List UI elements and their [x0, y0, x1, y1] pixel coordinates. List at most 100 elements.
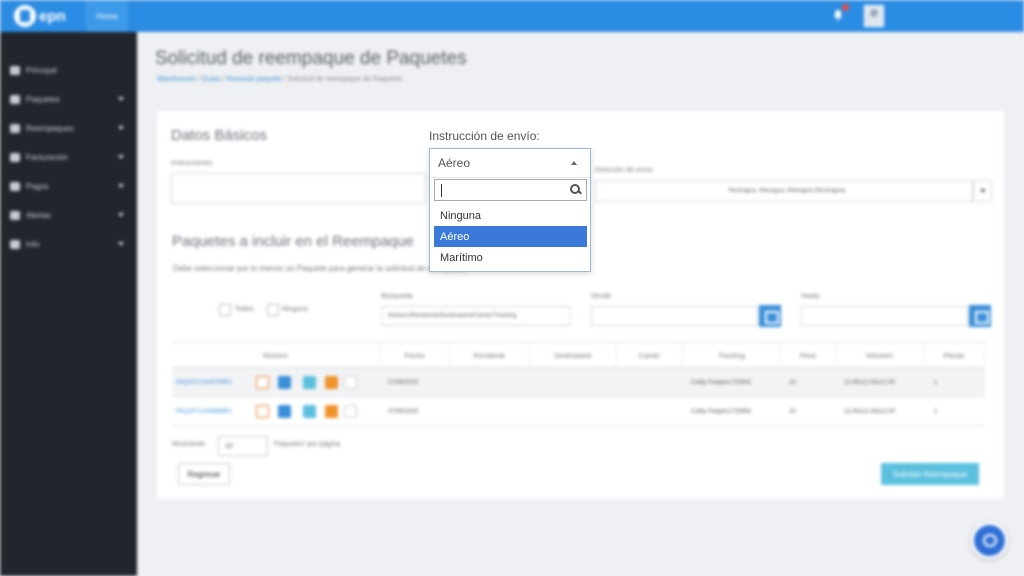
desde-label: Desde	[591, 293, 612, 300]
instruccion-envio-dropdown: Aéreo Ninguna Aéreo Marítimo	[429, 148, 591, 272]
breadcrumb: Warehouses / Guías / Reenviar paquete / …	[157, 76, 403, 83]
instruccion-envio-label: Instrucción de envío:	[429, 129, 544, 143]
carrier-cell	[617, 368, 683, 397]
instrucciones-field[interactable]	[171, 173, 426, 204]
comment-icon[interactable]	[325, 376, 338, 389]
direccion-label: Dirección de envío	[595, 167, 653, 174]
page-size-select[interactable]: 10	[218, 436, 268, 456]
column-header[interactable]: Número	[172, 343, 380, 369]
piezas-cell: 1	[934, 408, 938, 415]
regresar-button[interactable]: Regresar	[178, 463, 230, 485]
busqueda-input[interactable]: Número/Remitente/Destinatario/Carrier/Tr…	[381, 306, 571, 326]
page-title: Solicitud de reempaque de Paquetes	[155, 48, 467, 69]
delete-icon[interactable]	[256, 376, 269, 389]
option-ninguna[interactable]: Ninguna	[434, 205, 587, 226]
column-header[interactable]: Tracking	[683, 343, 781, 369]
info-icon	[10, 240, 20, 249]
column-header[interactable]: Carrier	[617, 343, 683, 369]
table-row[interactable]: PAQ20712345889P1 07/05/2025 Cobly Fedyen…	[172, 397, 985, 426]
numero-link[interactable]: PAQ20712345789P1	[172, 368, 254, 397]
search-icon[interactable]	[278, 405, 291, 418]
numero-link[interactable]: PAQ20712345889P1	[172, 397, 254, 426]
background-page: epn Home Principal Paquetes Reempaques F…	[0, 0, 1024, 576]
text-cursor	[441, 184, 442, 197]
option-maritimo[interactable]: Marítimo	[434, 247, 587, 268]
sidebar-item-pagos[interactable]: Pagos	[0, 172, 137, 201]
sidebar-item-label: Principal	[26, 66, 57, 75]
breadcrumb-link[interactable]: Guías	[202, 76, 221, 83]
row-checkbox[interactable]	[344, 376, 357, 389]
tracking-cell: Cobly Fedyen1720652	[691, 408, 752, 415]
delete-icon[interactable]	[256, 405, 269, 418]
user-avatar[interactable]	[864, 5, 884, 27]
peso-cell: 10	[789, 379, 796, 386]
column-header[interactable]: Piezas	[924, 343, 985, 369]
sidebar-item-label: Alertas	[26, 211, 51, 220]
sidebar-item-principal[interactable]: Principal	[0, 56, 137, 85]
instruccion-envio-select[interactable]: Aéreo	[430, 149, 590, 178]
column-header[interactable]: Destinatario	[530, 343, 617, 369]
breadcrumb-current: Solicitud de reempaque de Paquetes	[287, 76, 403, 83]
desde-calendar-icon[interactable]	[759, 305, 781, 327]
piezas-cell: 1	[934, 379, 938, 386]
row-checkbox[interactable]	[344, 405, 357, 418]
notification-bell-icon[interactable]	[832, 9, 844, 21]
breadcrumb-link[interactable]: Reenviar paquete	[226, 76, 281, 83]
logo-icon	[14, 5, 36, 27]
sidebar-item-reempaques[interactable]: Reempaques	[0, 114, 137, 143]
column-header[interactable]: Peso	[781, 343, 836, 369]
per-page-label: 'Paquetes' por página	[273, 441, 341, 448]
carrier-cell	[617, 397, 683, 426]
sidebar-item-label: Paquetes	[26, 95, 60, 104]
hasta-calendar-icon[interactable]	[969, 305, 991, 327]
table-row[interactable]: PAQ20712345789P1 07/05/2025 Cobly Fedyen…	[172, 368, 985, 397]
peso-cell: 10	[789, 408, 796, 415]
home-tab[interactable]: Home	[86, 0, 128, 32]
sidebar-item-paquetes[interactable]: Paquetes	[0, 85, 137, 114]
paquetes-note: Debe seleccionar por lo menos un Paquete…	[173, 264, 468, 273]
search-icon	[569, 183, 582, 196]
direccion-select[interactable]: Nicaragua, Managua, Managua (Nicaragua)	[595, 180, 973, 202]
direccion-select-toggle[interactable]	[973, 180, 992, 202]
chevron-down-icon	[118, 155, 124, 159]
hasta-label: Hasta	[801, 293, 820, 300]
column-header[interactable]: Volumen	[836, 343, 924, 369]
ninguno-checkbox[interactable]	[267, 304, 279, 316]
top-navbar: epn Home	[0, 0, 1024, 32]
messenger-icon	[983, 534, 997, 547]
breadcrumb-link[interactable]: Warehouses	[157, 76, 196, 83]
column-header[interactable]: Fecha	[380, 343, 450, 369]
solicitar-reempaque-button[interactable]: Solicitar Reempaque	[881, 463, 979, 485]
fecha-cell: 07/05/2025	[388, 408, 419, 415]
destinatario-cell	[530, 368, 617, 397]
column-header[interactable]: Remitente	[450, 343, 530, 369]
sidebar-item-facturacion[interactable]: Facturación	[0, 143, 137, 172]
comment-icon[interactable]	[325, 405, 338, 418]
option-aereo[interactable]: Aéreo	[434, 226, 587, 247]
edit-icon[interactable]	[303, 405, 316, 418]
volumen-cell: 12.00x12.00x12.00	[844, 408, 896, 415]
todos-label: Todos	[235, 306, 254, 313]
fecha-cell: 07/05/2025	[388, 379, 419, 386]
volumen-cell: 12.00x12.00x12.00	[844, 379, 896, 386]
desde-input[interactable]	[591, 306, 758, 326]
sidebar-item-info[interactable]: Info	[0, 230, 137, 259]
package-icon	[10, 95, 20, 104]
messenger-chat-button[interactable]	[971, 522, 1008, 559]
instrucciones-label: Instrucciones	[171, 160, 213, 167]
sidebar-item-label: Info	[26, 240, 40, 249]
chevron-down-icon	[118, 184, 124, 188]
search-icon[interactable]	[278, 376, 291, 389]
dropdown-search-input[interactable]	[434, 179, 587, 201]
edit-icon[interactable]	[303, 376, 316, 389]
logo-text: epn	[39, 7, 66, 25]
chevron-down-icon	[118, 126, 124, 130]
todos-checkbox[interactable]	[219, 304, 231, 316]
app-logo[interactable]: epn	[14, 4, 72, 28]
hasta-input[interactable]	[801, 306, 968, 326]
sidebar-item-alertas[interactable]: Alertas	[0, 201, 137, 230]
chevron-down-icon	[118, 213, 124, 217]
busqueda-label: Búsqueda	[381, 293, 413, 300]
home-icon	[10, 66, 20, 75]
remitente-cell	[450, 368, 530, 397]
